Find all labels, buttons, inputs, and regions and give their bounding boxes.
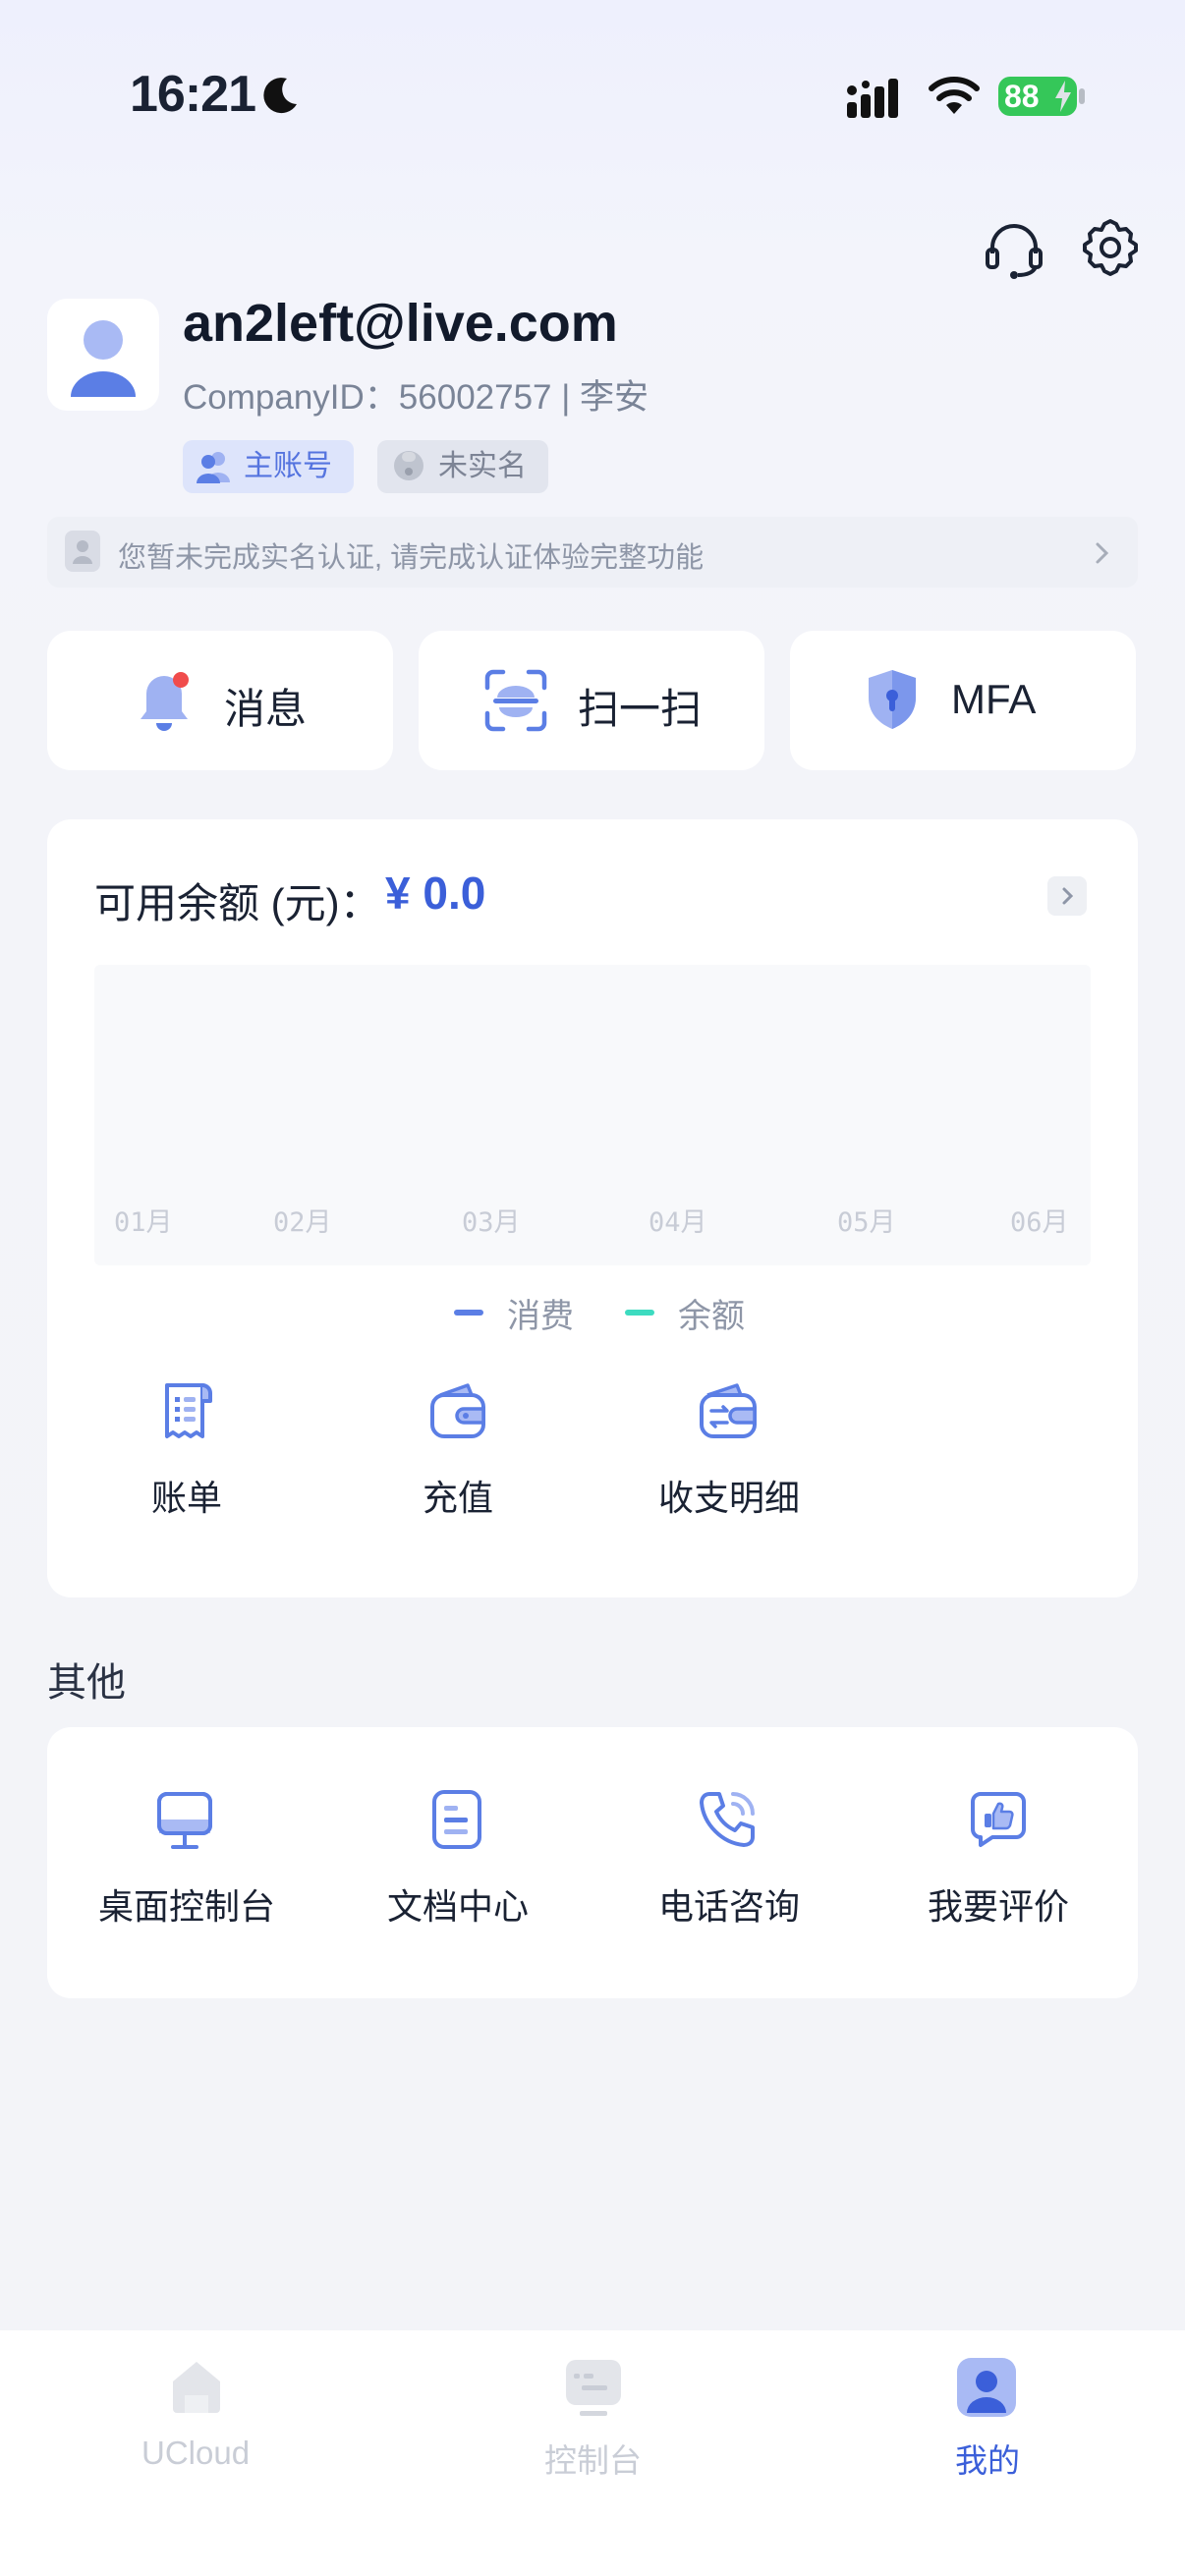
battery-level: 88 <box>1004 79 1040 114</box>
battery-cap <box>1079 88 1085 104</box>
document-icon <box>432 1790 481 1849</box>
home-icon <box>173 2362 220 2413</box>
x-tick-label: 06月 <box>1010 1207 1069 1238</box>
unverified-badge-icon <box>394 451 423 480</box>
main-account-tag: 主账号 <box>183 440 354 493</box>
main-account-label: 主账号 <box>244 450 332 482</box>
id-card-icon <box>65 531 100 572</box>
phone-icon <box>700 1792 755 1847</box>
profile-icon <box>957 2358 1016 2417</box>
legend-balance: 余额 <box>678 1298 745 1335</box>
messages-label: 消息 <box>224 686 308 732</box>
transaction-details-label: 收支明细 <box>658 1478 801 1518</box>
other-section-title: 其他 <box>47 1661 126 1705</box>
legend-swatch-balance <box>625 1310 654 1316</box>
account-email: an2left@live.com <box>183 294 618 353</box>
messages-button[interactable]: 消息 <box>47 631 393 770</box>
bill-label: 账单 <box>151 1478 223 1518</box>
chevron-right-icon <box>1096 542 1109 564</box>
wifi-icon <box>929 77 980 114</box>
avatar[interactable] <box>47 299 159 411</box>
status-time: 16:21 <box>130 66 256 123</box>
charging-icon <box>1055 81 1071 112</box>
signal-icon <box>847 79 898 118</box>
desktop-console-label: 桌面控制台 <box>98 1886 276 1927</box>
x-tick-label: 04月 <box>649 1207 707 1238</box>
x-tick-label: 05月 <box>837 1207 896 1238</box>
write-review-label: 我要评价 <box>928 1886 1070 1927</box>
wallet-icon <box>430 1383 485 1438</box>
x-tick-label: 02月 <box>273 1207 332 1238</box>
company-id: CompanyID：56002757 | 李安 <box>183 378 649 417</box>
bell-icon <box>141 672 189 731</box>
unverified-tag: 未实名 <box>377 440 548 493</box>
users-icon <box>197 452 230 483</box>
tab-console-label: 控制台 <box>544 2442 642 2479</box>
x-tick-label: 03月 <box>462 1207 521 1238</box>
mfa-button[interactable]: MFA <box>790 631 1136 770</box>
balance-label: 可用余额 (元)： <box>94 880 381 926</box>
phone-consult-label: 电话咨询 <box>658 1886 801 1927</box>
moon-icon <box>263 78 297 114</box>
tab-mine-label: 我的 <box>955 2442 1020 2479</box>
legend-consumption: 消费 <box>507 1298 574 1335</box>
receipt-icon <box>165 1383 212 1438</box>
balance-detail-button[interactable] <box>1047 876 1087 916</box>
shield-lock-icon <box>869 670 916 729</box>
balance-amount: ¥ 0.0 <box>385 868 486 919</box>
customer-service-icon[interactable] <box>983 218 1045 281</box>
console-icon <box>566 2360 621 2416</box>
chevron-right-icon <box>1062 887 1074 905</box>
thumbs-up-icon <box>971 1792 1026 1847</box>
scan-label: 扫一扫 <box>578 686 703 732</box>
x-tick-label: 01月 <box>114 1207 173 1238</box>
tab-ucloud-label: UCloud <box>141 2435 251 2471</box>
monitor-icon <box>157 1792 212 1849</box>
scan-button[interactable]: 扫一扫 <box>419 631 764 770</box>
balance-chart <box>94 965 1091 1265</box>
verification-notice-text: 您暂未完成实名认证, 请完成认证体验完整功能 <box>118 542 705 574</box>
transactions-icon <box>700 1383 757 1438</box>
scan-icon <box>484 669 547 732</box>
user-avatar-icon <box>71 320 136 397</box>
unverified-label: 未实名 <box>438 450 527 482</box>
mfa-label: MFA <box>951 676 1037 722</box>
doc-center-label: 文档中心 <box>387 1886 530 1927</box>
recharge-label: 充值 <box>423 1478 494 1518</box>
settings-gear-icon[interactable] <box>1079 216 1142 279</box>
legend-swatch-consumption <box>454 1310 483 1316</box>
